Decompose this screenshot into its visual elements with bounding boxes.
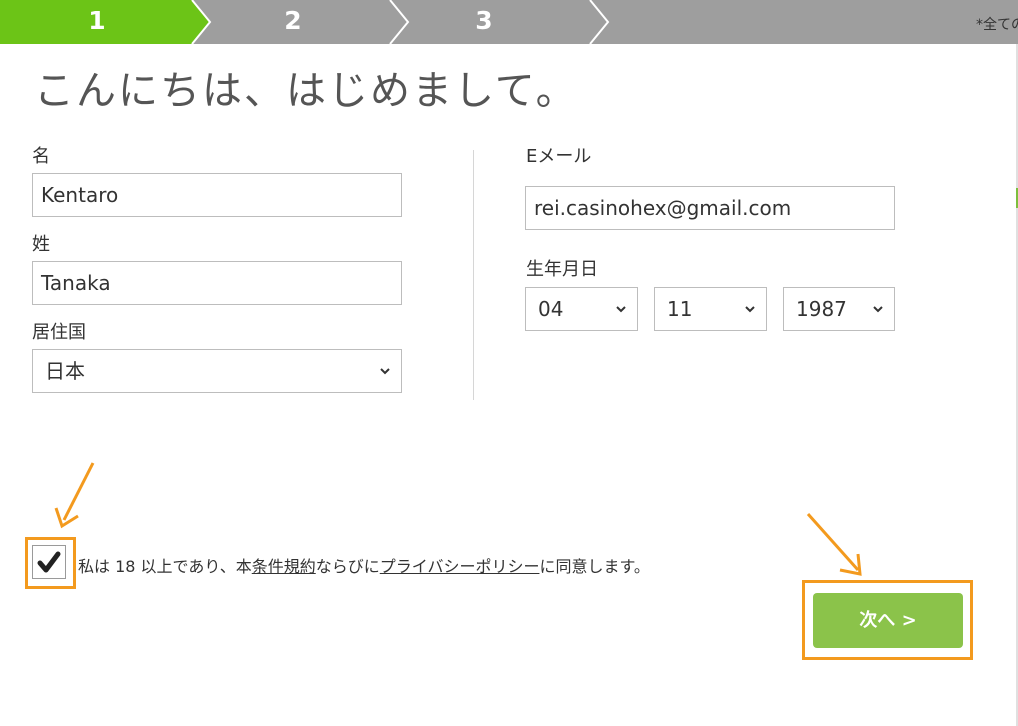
page-title: こんにちは、はじめまして。 (34, 68, 578, 114)
consent-text: 私は 18 以上であり、本条件規約ならびにプライバシーポリシーに同意します。 (78, 553, 650, 577)
chevron-down-icon (380, 368, 390, 375)
dob-year-value: 1987 (796, 297, 847, 321)
first-name-label: 名 (32, 146, 50, 167)
dob-month-value: 04 (538, 297, 564, 321)
dob-month-select[interactable]: 04 (525, 287, 638, 331)
privacy-policy-link[interactable]: プライバシーポリシー (380, 557, 540, 576)
country-value: 日本 (45, 359, 85, 383)
terms-link[interactable]: 条件規約 (252, 557, 316, 576)
chevron-down-icon (745, 306, 755, 313)
dob-day-value: 11 (667, 297, 693, 321)
last-name-input[interactable]: Tanaka (32, 261, 402, 305)
dob-day-select[interactable]: 11 (654, 287, 767, 331)
consent-text-after: に同意します。 (539, 557, 650, 576)
last-name-label: 姓 (32, 234, 50, 255)
step-2: 2 (284, 6, 302, 35)
arrow-icon (806, 513, 862, 576)
arrow-icon (54, 462, 95, 529)
step-3: 3 (475, 6, 493, 35)
first-name-input[interactable]: Kentaro (32, 173, 402, 217)
consent-text-middle: ならびに (315, 557, 380, 576)
country-label: 居住国 (32, 322, 86, 343)
email-input[interactable]: rei.casinohex@gmail.com (525, 186, 895, 230)
progress-steps: 1 2 3 *全ての (0, 0, 1018, 44)
next-button[interactable]: 次へ > (813, 593, 963, 648)
chevron-down-icon (873, 306, 883, 313)
consent-text-before: 私は 18 以上であり、本 (78, 557, 252, 576)
email-label: Eメール (526, 146, 592, 167)
required-note: *全ての (976, 17, 1018, 33)
country-select[interactable]: 日本 (32, 349, 402, 393)
checkbox-highlight (25, 537, 76, 589)
column-divider (473, 150, 474, 400)
step-1: 1 (88, 6, 106, 35)
dob-year-select[interactable]: 1987 (783, 287, 895, 331)
progress-steps-graphic (0, 0, 610, 44)
dob-label: 生年月日 (526, 259, 598, 280)
chevron-down-icon (616, 306, 626, 313)
